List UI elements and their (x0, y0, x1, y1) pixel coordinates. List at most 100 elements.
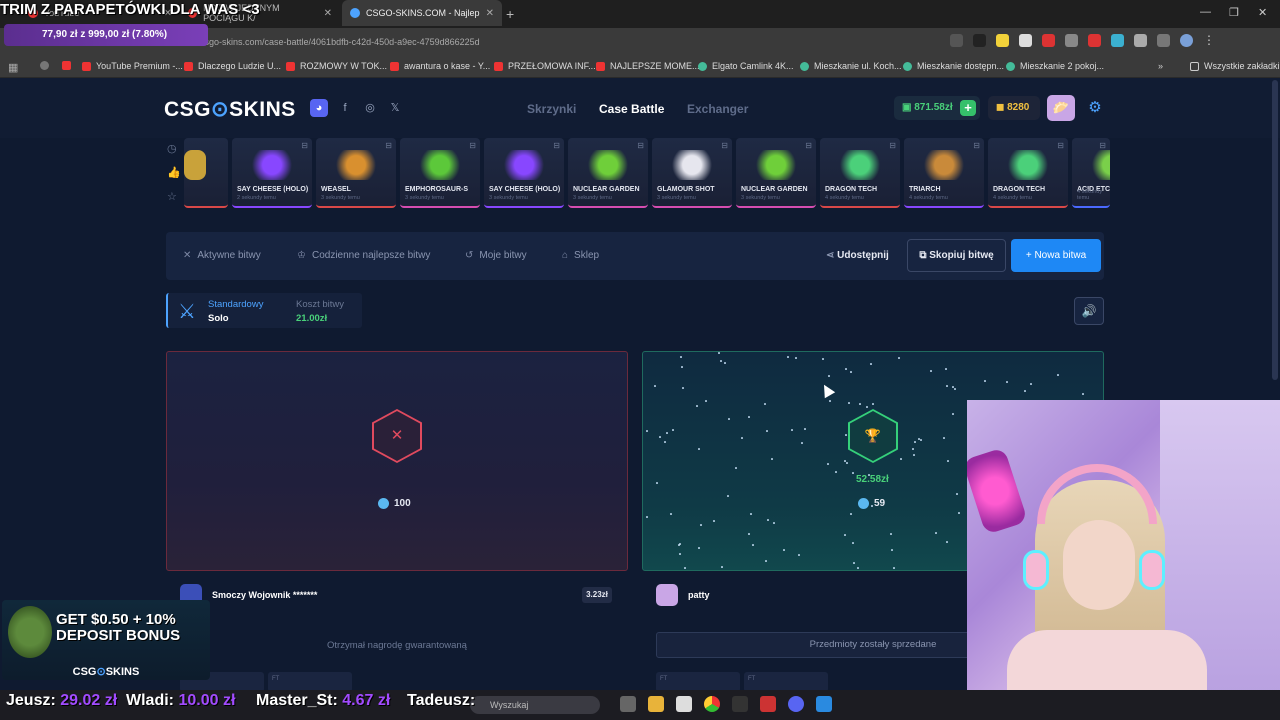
nav-cases[interactable]: Skrzynki (527, 102, 576, 116)
copy-battle-button[interactable]: ⧉ Skopiuj bitwę (907, 239, 1006, 272)
bookmark-item[interactable]: Elgato Camlink 4K... (698, 61, 794, 71)
coins-balance[interactable]: ◼ 8280 (988, 96, 1040, 120)
tab-daily-best[interactable]: ♔ Codzienne najlepsze bitwy (297, 250, 430, 261)
task-view-icon[interactable] (620, 696, 636, 712)
tab-csgo-skins[interactable]: CSGO-SKINS.COM - Najlep ✕ (342, 0, 502, 26)
app-icon[interactable] (760, 696, 776, 712)
star-particle (748, 416, 750, 418)
puzzle-icon[interactable] (1134, 34, 1147, 47)
extension-icon[interactable] (1088, 34, 1101, 47)
bookmark-item[interactable]: ROZMOWY W TOK... (286, 61, 387, 71)
trophy-icon: 🏆 (850, 411, 896, 461)
case-icon: ⊟ (1057, 141, 1064, 150)
star-icon[interactable]: ☆ (167, 190, 177, 203)
winner-score: 59 (858, 498, 885, 509)
x-twitter-icon[interactable]: 𝕏 (386, 99, 404, 117)
maximize-icon[interactable]: ❐ (1229, 6, 1239, 19)
extension-icon[interactable] (996, 34, 1009, 47)
sound-toggle-button[interactable]: 🔊 (1074, 297, 1104, 325)
drop-card[interactable]: ⊟ EMPHOROSAUR-S 3 sekundy temu (400, 138, 480, 208)
bookmark-icon[interactable] (40, 61, 49, 70)
shield-icon[interactable] (1065, 34, 1078, 47)
bookmark-item[interactable]: Mieszkanie 2 pokoj... (1006, 61, 1104, 71)
bookmark-item[interactable]: PRZEŁOMOWA INF... (494, 61, 596, 71)
url-input[interactable]: csgo-skins.com/case-battle/4061bdfb-c42d… (200, 32, 970, 52)
youtube-icon (286, 61, 295, 71)
bookmark-item[interactable]: Mieszkanie dostępn... (903, 61, 1004, 71)
drop-card[interactable]: ⊟ SAY CHEESE (HOLO) 2 sekundy temu (232, 138, 312, 208)
won-item-card[interactable]: FT (744, 672, 828, 692)
menu-icon[interactable]: ⋮ (1203, 34, 1216, 47)
webcam-microphone (967, 447, 1028, 535)
nav-case-battle[interactable]: Case Battle (599, 102, 664, 116)
extension-icon[interactable] (950, 34, 963, 47)
thumbs-up-icon[interactable]: 👍 (167, 166, 181, 179)
drop-card-partial[interactable] (184, 138, 228, 208)
new-battle-button[interactable]: + Nowa bitwa (1011, 239, 1101, 272)
profile-avatar[interactable] (1180, 34, 1193, 47)
nav-exchanger[interactable]: Exchanger (687, 102, 748, 116)
star-particle (684, 567, 686, 569)
close-icon[interactable]: ✕ (324, 8, 332, 19)
won-item-card[interactable]: FT (268, 672, 352, 692)
page-scrollbar[interactable] (1272, 80, 1278, 380)
more-bookmarks-icon[interactable]: » (1158, 61, 1163, 71)
avatar[interactable] (656, 584, 678, 606)
case-icon: ⊟ (889, 141, 896, 150)
won-item-card[interactable]: FT (656, 672, 740, 692)
player-name-right[interactable]: patty (688, 590, 710, 600)
close-icon[interactable]: ✕ (486, 8, 494, 19)
bookmark-item[interactable]: Mieszkanie ul. Koch... (800, 61, 902, 71)
bookmark-item[interactable]: Dlaczego Ludzie U... (184, 61, 281, 71)
drop-card[interactable]: ⊟ NUCLEAR GARDEN 3 sekundy temu (568, 138, 648, 208)
extension-icon[interactable] (1111, 34, 1124, 47)
youtube-icon (184, 61, 193, 71)
drop-card[interactable]: ⊟ GLAMOUR SHOT 3 sekundy temu (652, 138, 732, 208)
store-icon[interactable] (676, 696, 692, 712)
drop-card[interactable]: ⊟ SAY CHEESE (HOLO) 3 sekundy temu (484, 138, 564, 208)
discord-icon[interactable]: ◕ (310, 99, 328, 117)
wallet-balance[interactable]: ▣ 871.58zł + (894, 96, 980, 120)
tab-active-battles[interactable]: ✕ Aktywne bitwy (183, 250, 261, 261)
new-tab-button[interactable]: + (506, 6, 514, 22)
chrome-icon[interactable] (704, 696, 720, 712)
gear-icon[interactable]: ⚙ (1083, 96, 1107, 120)
obs-icon[interactable] (732, 696, 748, 712)
share-button[interactable]: ⋖ Udostępnij (826, 250, 889, 261)
tab-shop[interactable]: ⌂ Sklep (562, 250, 599, 261)
player-name-left[interactable]: Smoczy Wojownik ******* (212, 590, 317, 600)
extension-icon[interactable] (973, 34, 986, 47)
drop-card[interactable]: ⊟ DRAGON TECH 4 sekundy temu (988, 138, 1068, 208)
site-logo[interactable]: CSG⊙SKINS (164, 97, 296, 122)
drop-card[interactable]: ⊟ TRIARCH 4 sekundy temu (904, 138, 984, 208)
deposit-button[interactable]: + (960, 100, 976, 116)
bookmark-item[interactable]: YouTube Premium -... (82, 61, 183, 71)
taskbar-search[interactable]: Wyszukaj (470, 696, 600, 714)
bookmark-item[interactable]: NAJLEPSZE MOME... (596, 61, 700, 71)
discord-icon[interactable] (788, 696, 804, 712)
drop-card[interactable]: ⊟ DRAGON TECH 4 sekundy temu (820, 138, 900, 208)
facebook-icon[interactable]: f (336, 99, 354, 117)
minimize-icon[interactable]: — (1200, 6, 1211, 18)
bookmark-youtube[interactable] (62, 61, 71, 70)
tab-my-battles[interactable]: ↺ Moje bitwy (465, 250, 527, 261)
adblock-icon[interactable] (1042, 34, 1055, 47)
apps-icon[interactable]: ▦ (8, 61, 18, 74)
close-window-icon[interactable]: ✕ (1258, 6, 1267, 19)
app-icon[interactable] (816, 696, 832, 712)
user-avatar[interactable]: 🥟 (1047, 95, 1075, 121)
deposit-bonus-ad[interactable]: GET $0.50 + 10% DEPOSIT BONUS CSG⊙SKINS (2, 600, 210, 680)
extension-icon[interactable] (1019, 34, 1032, 47)
star-particle (898, 357, 900, 359)
bookmark-item[interactable]: awantura o kase - Y... (390, 61, 490, 71)
drop-card[interactable]: ⊟ WEASEL 3 sekundy temu (316, 138, 396, 208)
folder-icon[interactable] (648, 696, 664, 712)
instagram-icon[interactable]: ◎ (361, 99, 379, 117)
drop-card[interactable]: ⊟ NUCLEAR GARDEN 3 sekundy temu (736, 138, 816, 208)
star-particle (1082, 393, 1084, 395)
drop-card[interactable]: ⊟ ACID ETC 4 sekundy temu (1072, 138, 1110, 208)
media-icon[interactable] (1157, 34, 1170, 47)
all-bookmarks-folder[interactable]: Wszystkie zakładki (1190, 61, 1280, 71)
history-icon[interactable]: ◷ (167, 142, 177, 155)
item-image (586, 150, 630, 180)
